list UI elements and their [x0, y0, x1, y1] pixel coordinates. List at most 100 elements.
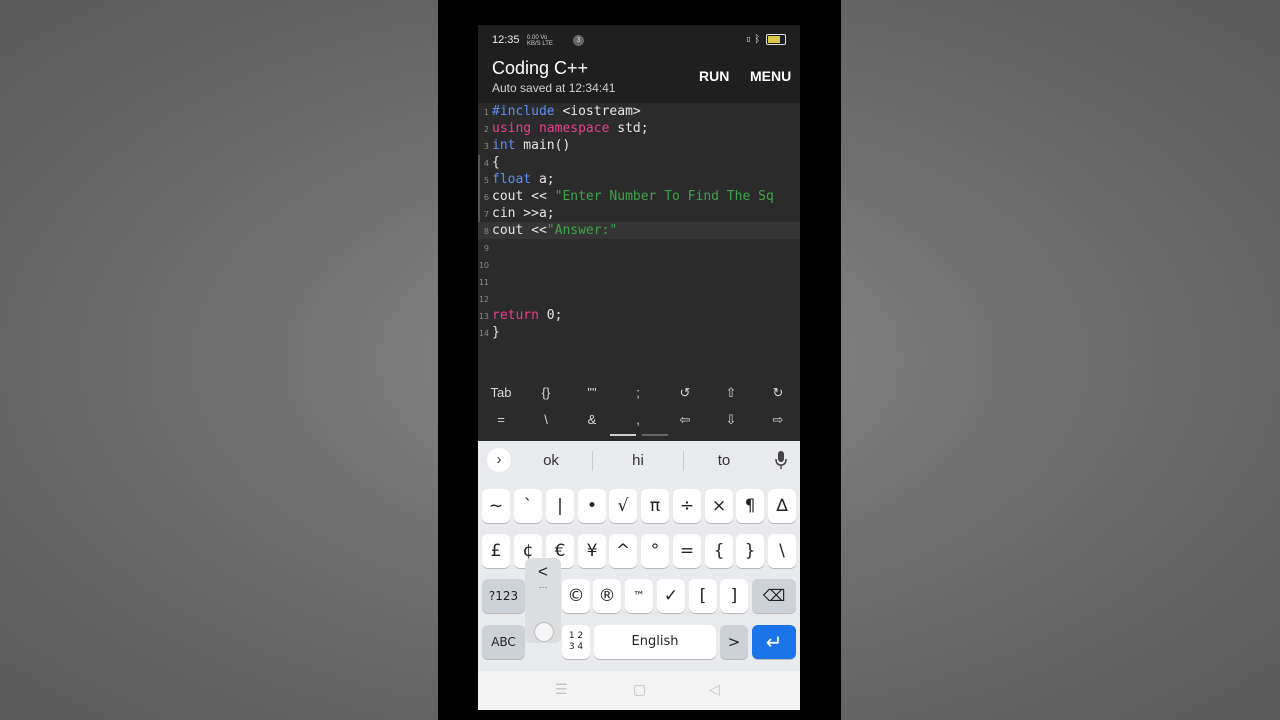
code-line[interactable]: 13 return 0;	[478, 307, 800, 324]
code-line[interactable]: 2 using namespace std;	[478, 120, 800, 137]
key-tilde[interactable]: ~	[482, 489, 510, 523]
status-bar: 12:35 0.00 Vo KB/S LTE 3 ▯ ᛒ	[478, 25, 800, 55]
page-indicator	[642, 434, 668, 436]
key-multiply[interactable]: ×	[705, 489, 733, 523]
key-delta[interactable]: ∆	[768, 489, 796, 523]
symbol-toolbar: Tab {} "" ; ↺ ⇧ ↻ = \ & , ⇦ ⇩ ⇨	[478, 375, 800, 441]
key-pilcrow[interactable]: ¶	[736, 489, 764, 523]
status-icons: ▯ ᛒ	[745, 34, 786, 45]
numbers-toggle-key[interactable]: 1 2 3 4	[562, 625, 590, 659]
suggestion-strip: › ok hi to	[478, 441, 800, 479]
key-pound[interactable]: £	[482, 534, 510, 568]
redo-icon[interactable]: ↻	[758, 385, 798, 401]
key-pipe[interactable]: |	[546, 489, 574, 523]
backslash-key[interactable]: \	[526, 412, 566, 427]
back-icon[interactable]: ◁	[709, 681, 720, 698]
line-number: 14	[478, 329, 489, 338]
key-backtick[interactable]: `	[514, 489, 542, 523]
line-number: 9	[483, 244, 489, 253]
status-time: 12:35	[492, 34, 520, 46]
notification-count-badge: 3	[573, 35, 584, 46]
code-line[interactable]: 11	[478, 273, 800, 290]
line-number: 11	[478, 278, 489, 287]
code-line[interactable]: 4 {	[478, 154, 800, 171]
page-title: Coding C++	[492, 58, 589, 78]
line-number: 7	[483, 210, 489, 219]
equals-key[interactable]: =	[481, 412, 521, 427]
key-trademark[interactable]: ™	[625, 579, 653, 613]
vibrate-icon: ▯	[745, 34, 752, 46]
code-line[interactable]: 3 int main()	[478, 137, 800, 154]
line-number: 2	[483, 125, 489, 134]
key-bullet[interactable]: •	[578, 489, 606, 523]
run-button[interactable]: RUN	[699, 68, 729, 84]
autosave-status: Auto saved at 12:34:41	[492, 81, 616, 95]
key-popup[interactable]: < …	[525, 558, 561, 643]
system-nav-bar: ☰ ▢ ◁	[478, 671, 800, 710]
key-sqrt[interactable]: √	[609, 489, 637, 523]
arrow-up-icon[interactable]: ⇧	[711, 385, 751, 401]
undo-icon[interactable]: ↺	[665, 385, 705, 401]
abc-key[interactable]: ABC	[482, 625, 525, 659]
suggestion[interactable]: hi	[608, 452, 668, 469]
tab-key[interactable]: Tab	[481, 385, 521, 400]
key-left-bracket[interactable]: [	[689, 579, 717, 613]
code-line[interactable]: 14 }	[478, 324, 800, 341]
code-line[interactable]: 6 cout << "Enter Number To Find The Sq	[478, 188, 800, 205]
key-right-brace[interactable]: }	[736, 534, 764, 568]
key-yen[interactable]: ¥	[578, 534, 606, 568]
suggestion[interactable]: ok	[521, 452, 581, 469]
battery-icon	[766, 34, 786, 45]
menu-button[interactable]: MENU	[750, 68, 791, 84]
code-line[interactable]: 10	[478, 256, 800, 273]
key-pi[interactable]: π	[641, 489, 669, 523]
key-divide[interactable]: ÷	[673, 489, 701, 523]
key-registered[interactable]: ®	[593, 579, 621, 613]
bluetooth-icon: ᛒ	[754, 34, 761, 46]
divider	[592, 451, 593, 471]
key-backslash[interactable]: \	[768, 534, 796, 568]
microphone-icon[interactable]	[775, 451, 787, 469]
key-copyright[interactable]: ©	[562, 579, 590, 613]
braces-key[interactable]: {}	[526, 385, 566, 400]
enter-icon[interactable]: ↵	[752, 625, 796, 659]
key-checkmark[interactable]: ✓	[657, 579, 685, 613]
line-number: 5	[483, 176, 489, 185]
app-bar: Coding C++ Auto saved at 12:34:41 RUN ME…	[478, 55, 800, 103]
touch-indicator	[534, 622, 554, 642]
arrow-left-icon[interactable]: ⇦	[665, 412, 705, 428]
arrow-down-icon[interactable]: ⇩	[711, 412, 751, 428]
key-caret[interactable]: ^	[609, 534, 637, 568]
code-editor[interactable]: 1 #include <iostream> 2 using namespace …	[478, 103, 800, 375]
line-number: 1	[483, 108, 489, 117]
space-bar[interactable]: English	[594, 625, 716, 659]
code-line-active[interactable]: 8 cout <<"Answer:"	[478, 222, 800, 239]
backspace-icon[interactable]: ⌫	[752, 579, 796, 613]
recents-icon[interactable]: ☰	[555, 681, 568, 698]
key-degree[interactable]: °	[641, 534, 669, 568]
popup-more: …	[538, 580, 548, 590]
key-equals[interactable]: =	[673, 534, 701, 568]
ampersand-key[interactable]: &	[572, 412, 612, 427]
popup-less-than[interactable]: <	[525, 562, 561, 582]
code-line[interactable]: 1 #include <iostream>	[478, 103, 800, 120]
key-greater-than[interactable]: >	[720, 625, 748, 659]
code-line[interactable]: 9	[478, 239, 800, 256]
suggestion[interactable]: to	[694, 452, 754, 469]
line-number: 13	[478, 312, 489, 321]
code-line[interactable]: 7 cin >>a;	[478, 205, 800, 222]
home-icon[interactable]: ▢	[633, 681, 646, 698]
code-line[interactable]: 5 float a;	[478, 171, 800, 188]
arrow-right-icon[interactable]: ⇨	[758, 412, 798, 428]
symbols-toggle-key[interactable]: ?123	[482, 579, 525, 613]
comma-key[interactable]: ,	[618, 412, 658, 427]
semicolon-key[interactable]: ;	[618, 385, 658, 400]
network-speed: 0.00 Vo KB/S LTE	[527, 35, 553, 47]
chevron-right-icon[interactable]: ›	[487, 448, 511, 472]
key-left-brace[interactable]: {	[705, 534, 733, 568]
line-number: 10	[478, 261, 489, 270]
code-line[interactable]: 12	[478, 290, 800, 307]
page-indicator-active	[610, 434, 636, 436]
quotes-key[interactable]: ""	[572, 385, 612, 400]
key-right-bracket[interactable]: ]	[720, 579, 748, 613]
